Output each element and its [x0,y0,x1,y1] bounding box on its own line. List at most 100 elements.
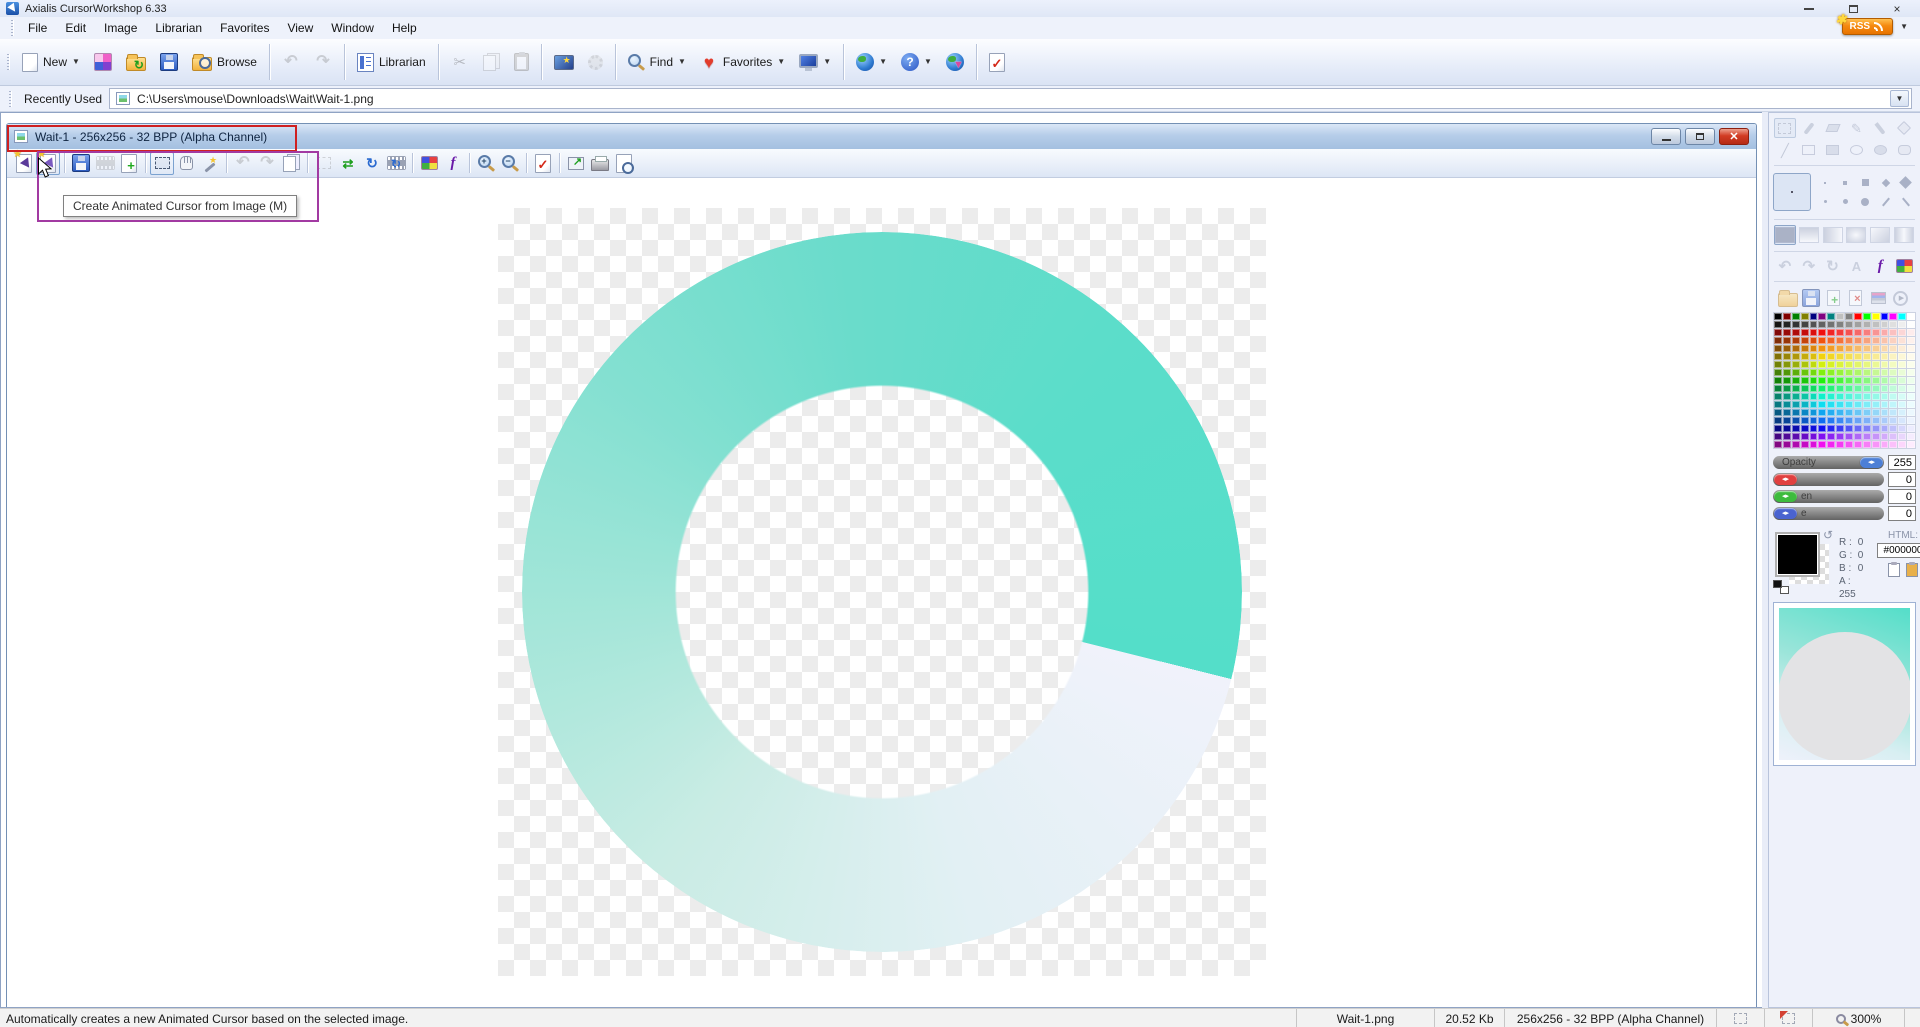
print-preview-button[interactable] [612,152,636,175]
palette-color[interactable] [1801,337,1809,344]
palette-color[interactable] [1810,321,1818,328]
palette-color[interactable] [1774,329,1782,336]
pan-button[interactable] [174,152,198,175]
palette-color[interactable] [1818,433,1826,440]
tool-brush[interactable] [1869,118,1891,138]
palette-color[interactable] [1872,393,1880,400]
copy-button[interactable] [279,152,303,175]
palette-color[interactable] [1810,361,1818,368]
opacity-slider[interactable]: Opacity◂▸ [1773,456,1884,469]
palette-color[interactable] [1863,313,1871,320]
palette-color[interactable] [1792,361,1800,368]
palette-color[interactable] [1881,345,1889,352]
palette-color[interactable] [1818,321,1826,328]
palette-color[interactable] [1889,321,1897,328]
palette-color[interactable] [1801,417,1809,424]
palette-color[interactable] [1854,409,1862,416]
palette-color[interactable] [1774,393,1782,400]
palette-color[interactable] [1827,393,1835,400]
palette-color[interactable] [1774,409,1782,416]
palette-color[interactable] [1881,409,1889,416]
palette-color[interactable] [1810,393,1818,400]
palette-color[interactable] [1836,345,1844,352]
palette-color[interactable] [1774,345,1782,352]
tool-line[interactable]: ╱ [1774,140,1796,160]
palette-color[interactable] [1827,361,1835,368]
palette-color[interactable] [1854,361,1862,368]
palette-color[interactable] [1872,369,1880,376]
palette-color[interactable] [1872,321,1880,328]
palette-color[interactable] [1827,337,1835,344]
palette-color[interactable] [1907,417,1915,424]
palette-color[interactable] [1889,329,1897,336]
palette-color[interactable] [1872,337,1880,344]
palette-color[interactable] [1889,353,1897,360]
fill-gradient-diagonal[interactable] [1869,225,1891,245]
palette-color[interactable] [1810,385,1818,392]
maximize-button[interactable] [1846,3,1860,15]
palette-color[interactable] [1845,409,1853,416]
dropdown-arrow[interactable]: ▼ [879,58,887,66]
palette-color[interactable] [1881,337,1889,344]
palette-color[interactable] [1898,345,1906,352]
palette-color[interactable] [1845,353,1853,360]
brush-size-option[interactable] [1862,179,1869,186]
help-button[interactable]: ?▼ [894,42,939,82]
document-titlebar[interactable]: Wait-1 - 256x256 - 32 BPP (Alpha Channel… [7,124,1756,149]
palette-color[interactable] [1774,385,1782,392]
palette-color[interactable] [1898,393,1906,400]
palette-color[interactable] [1898,329,1906,336]
palette-color[interactable] [1818,329,1826,336]
import-button[interactable]: ↻ [119,42,153,82]
palette-color[interactable] [1907,329,1915,336]
palette-color[interactable] [1792,369,1800,376]
palette-color[interactable] [1881,385,1889,392]
palette-color[interactable] [1792,321,1800,328]
palette-color[interactable] [1872,441,1880,448]
magic-wand-button[interactable]: ★ [198,152,222,175]
palette-color[interactable] [1845,441,1853,448]
palette-color[interactable] [1836,337,1844,344]
palette-color[interactable] [1836,329,1844,336]
palette-color[interactable] [1881,369,1889,376]
menu-image[interactable]: Image [95,18,146,38]
menubar-grip[interactable] [11,20,14,36]
blue-slider[interactable]: e◂▸ [1773,507,1884,520]
palette-color[interactable] [1801,321,1809,328]
palette-color[interactable] [1854,385,1862,392]
palette-color[interactable] [1818,353,1826,360]
palette-color[interactable] [1845,369,1853,376]
palette-color[interactable] [1907,409,1915,416]
palette-color[interactable] [1801,313,1809,320]
menu-file[interactable]: File [19,18,56,38]
palette-color[interactable] [1898,361,1906,368]
palette-color[interactable] [1818,417,1826,424]
palette-color[interactable] [1863,417,1871,424]
palette-color[interactable] [1827,425,1835,432]
palette-color[interactable] [1792,377,1800,384]
palette-color[interactable] [1872,313,1880,320]
palette-color[interactable] [1783,321,1791,328]
palette-color[interactable] [1863,401,1871,408]
tool-palette-delete[interactable]: × [1845,288,1867,308]
palette-color[interactable] [1783,369,1791,376]
palette-color[interactable] [1898,417,1906,424]
tool-text[interactable]: A [1845,256,1867,276]
palette-color[interactable] [1827,401,1835,408]
zoom-out-button[interactable]: − [498,152,522,175]
tool-palette-list[interactable] [1867,288,1889,308]
html-color-input[interactable] [1877,543,1920,558]
palette-color[interactable] [1818,345,1826,352]
menu-window[interactable]: Window [322,18,383,38]
brush-size-option[interactable] [1824,182,1826,184]
dropdown-arrow[interactable]: ▼ [777,58,785,66]
palette-color[interactable] [1863,425,1871,432]
palette-color[interactable] [1827,345,1835,352]
palette-color[interactable] [1872,401,1880,408]
copy-color-icon[interactable] [1888,563,1900,577]
palette-color[interactable] [1898,433,1906,440]
palette-color[interactable] [1907,313,1915,320]
dropdown-arrow[interactable]: ▼ [924,58,932,66]
palette-color[interactable] [1907,393,1915,400]
palette-color[interactable] [1836,385,1844,392]
